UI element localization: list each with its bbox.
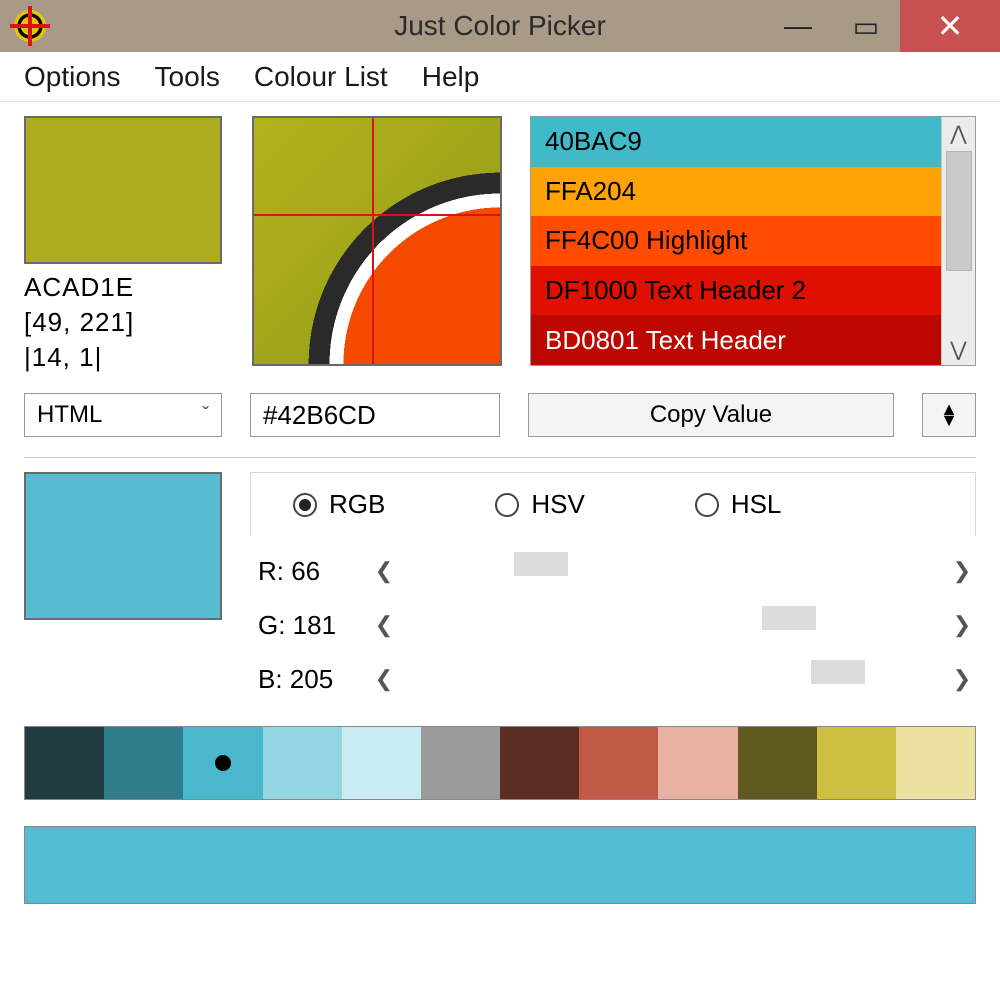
- radio-hsv-label: HSV: [531, 489, 584, 520]
- menu-help[interactable]: Help: [422, 61, 480, 93]
- copy-value-button[interactable]: Copy Value: [528, 393, 894, 437]
- slider-thumb[interactable]: [811, 660, 865, 684]
- palette-cell[interactable]: [579, 727, 658, 799]
- palette-cell[interactable]: [263, 727, 342, 799]
- channel-r-dec[interactable]: ❮: [370, 558, 398, 584]
- gradient-bar[interactable]: [24, 826, 976, 904]
- palette-cell[interactable]: [183, 727, 262, 799]
- colourspace-radio-group: RGB HSV HSL: [250, 472, 976, 536]
- current-colour-swatch: [24, 116, 222, 264]
- title-bar: Just Color Picker — ▭ ✕: [0, 0, 1000, 52]
- channel-r-inc[interactable]: ❯: [948, 558, 976, 584]
- palette-cell[interactable]: [738, 727, 817, 799]
- menu-bar: Options Tools Colour List Help: [0, 52, 1000, 102]
- palette-cell[interactable]: [421, 727, 500, 799]
- scroll-down-icon[interactable]: ⋁: [942, 333, 975, 365]
- stepper-down-icon: ▼: [940, 415, 958, 426]
- colour-list-item[interactable]: FFA204: [531, 167, 941, 217]
- palette-cell[interactable]: [817, 727, 896, 799]
- channel-b-label: B: 205: [250, 664, 370, 695]
- palette-cell[interactable]: [658, 727, 737, 799]
- chevron-down-icon: ˇ: [202, 404, 209, 427]
- app-icon: [14, 10, 46, 42]
- radio-hsl-label: HSL: [731, 489, 782, 520]
- scroll-thumb[interactable]: [946, 151, 972, 271]
- colour-value-input[interactable]: #42B6CD: [250, 393, 500, 437]
- slider-thumb[interactable]: [762, 606, 816, 630]
- colour-list-item[interactable]: FF4C00 Highlight: [531, 216, 941, 266]
- channel-g-slider[interactable]: [398, 600, 948, 650]
- slider-thumb[interactable]: [514, 552, 568, 576]
- menu-colour-list[interactable]: Colour List: [254, 61, 388, 93]
- channel-b-inc[interactable]: ❯: [948, 666, 976, 692]
- palette-strip: [24, 726, 976, 800]
- maximize-button[interactable]: ▭: [832, 0, 900, 52]
- current-coords: [49, 221]: [24, 305, 224, 340]
- stepper-button[interactable]: ▲ ▼: [922, 393, 976, 437]
- close-button[interactable]: ✕: [900, 0, 1000, 52]
- menu-options[interactable]: Options: [24, 61, 121, 93]
- copy-value-label: Copy Value: [650, 401, 772, 429]
- channel-g-label: G: 181: [250, 610, 370, 641]
- channel-g-dec[interactable]: ❮: [370, 612, 398, 638]
- radio-rgb[interactable]: RGB: [293, 489, 385, 520]
- radio-dot-icon: [495, 493, 519, 517]
- channel-r-slider[interactable]: [398, 546, 948, 596]
- channel-g-inc[interactable]: ❯: [948, 612, 976, 638]
- scroll-up-icon[interactable]: ⋀: [942, 117, 975, 149]
- palette-cell[interactable]: [104, 727, 183, 799]
- radio-hsl[interactable]: HSL: [695, 489, 782, 520]
- window-buttons: — ▭ ✕: [764, 0, 1000, 52]
- menu-tools[interactable]: Tools: [155, 61, 220, 93]
- radio-dot-icon: [695, 493, 719, 517]
- edit-colour-swatch: [24, 472, 222, 620]
- format-select[interactable]: HTML ˇ: [24, 393, 222, 437]
- colour-list-scrollbar[interactable]: ⋀ ⋁: [941, 117, 975, 365]
- palette-cell[interactable]: [342, 727, 421, 799]
- separator: [24, 457, 976, 458]
- colour-list-item[interactable]: 40BAC9: [531, 117, 941, 167]
- format-select-value: HTML: [37, 401, 102, 429]
- radio-hsv[interactable]: HSV: [495, 489, 584, 520]
- current-offset: |14, 1|: [24, 340, 224, 375]
- magnifier-view: [252, 116, 502, 366]
- minimize-button[interactable]: —: [764, 0, 832, 52]
- colour-value-text: #42B6CD: [263, 400, 376, 431]
- colour-list-item[interactable]: BD0801 Text Header: [531, 315, 941, 365]
- palette-cell[interactable]: [500, 727, 579, 799]
- palette-cell[interactable]: [25, 727, 104, 799]
- colour-list: 40BAC9FFA204FF4C00 HighlightDF1000 Text …: [530, 116, 976, 366]
- channel-b-dec[interactable]: ❮: [370, 666, 398, 692]
- channel-r-label: R: 66: [250, 556, 370, 587]
- radio-rgb-label: RGB: [329, 489, 385, 520]
- channel-b-slider[interactable]: [398, 654, 948, 704]
- current-hex: ACAD1E: [24, 270, 224, 305]
- radio-dot-icon: [293, 493, 317, 517]
- palette-cell[interactable]: [896, 727, 975, 799]
- colour-list-item[interactable]: DF1000 Text Header 2: [531, 266, 941, 316]
